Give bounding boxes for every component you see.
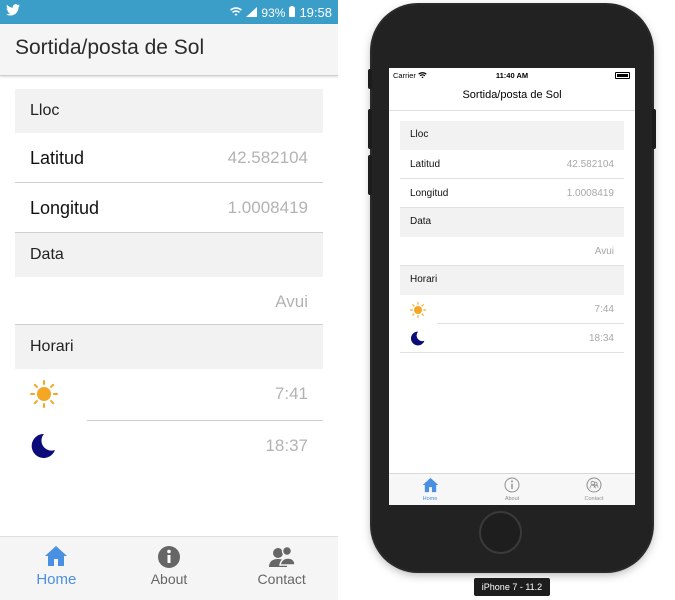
sunrise-row: 7:41 [15,369,323,421]
latitude-value[interactable]: 42.582104 [567,159,614,170]
moon-icon [410,331,425,351]
longitude-row[interactable]: Longitud 1.0008419 [400,179,624,208]
home-icon [0,545,113,571]
android-settings-list: Lloc Latitud 42.582104 Longitud 1.000841… [15,89,323,473]
date-value[interactable]: Avui [275,292,308,312]
status-time: 19:58 [299,5,332,20]
volume-up-button [368,109,372,149]
android-status-bar: 93% 19:58 [0,0,338,24]
section-header-data: Data [15,233,323,277]
tab-about[interactable]: About [113,537,226,600]
info-icon [471,477,553,496]
page-title: Sortida/posta de Sol [462,89,562,101]
twitter-icon [6,4,20,19]
sun-icon [30,380,58,413]
tab-contact-label: Contact [257,571,306,587]
longitude-label: Longitud [410,188,449,199]
tab-home-label: Home [36,571,77,588]
page-title: Sortida/posta de Sol [15,36,205,59]
section-header-data: Data [400,208,624,237]
sunrise-row: 7:44 [400,295,624,324]
info-icon [113,545,226,571]
comparison-screenshot: 93% 19:58 Sortida/posta de Sol Lloc Lati… [0,0,675,600]
sunrise-time: 7:44 [594,304,614,315]
tab-home[interactable]: Home [0,537,113,600]
power-button [652,109,656,149]
section-header-horari: Horari [15,325,323,369]
contact-icon [553,477,635,496]
home-icon [389,477,471,496]
sunset-row: 18:34 [400,324,624,353]
sunset-row: 18:37 [15,421,323,473]
battery-icon [615,72,630,79]
tab-home-label: Home [422,496,438,502]
contact-icon [225,545,338,571]
ios-settings-list: Lloc Latitud 42.582104 Longitud 1.000841… [400,121,624,353]
section-header-lloc: Lloc [15,89,323,133]
iphone-simulator: Carrier 11:40 AM Sortida/posta de Sol Ll… [360,0,675,600]
tab-home[interactable]: Home [389,474,471,505]
signal-icon [246,6,258,20]
moon-icon [30,433,56,464]
ios-status-time: 11:40 AM [495,71,529,80]
volume-down-button [368,155,372,195]
ios-nav-bar: Sortida/posta de Sol [389,83,635,111]
tab-about-label: About [504,496,520,502]
battery-percent: 93% [261,5,286,20]
date-row[interactable]: Avui [15,277,323,325]
latitude-label: Latitud [30,148,85,168]
latitude-label: Latitud [410,159,441,170]
simulator-device-label: iPhone 7 - 11.2 [474,578,550,596]
section-header-horari: Horari [400,266,624,295]
sunset-time: 18:34 [588,333,614,344]
latitude-row[interactable]: Latitud 42.582104 [400,150,624,179]
wifi-icon [230,6,243,20]
tab-contact[interactable]: Contact [225,537,338,600]
ios-tab-bar: Home About Contact [389,473,635,505]
android-app-screen: 93% 19:58 Sortida/posta de Sol Lloc Lati… [0,0,338,600]
tab-contact-label: Contact [584,496,604,502]
ios-status-bar: Carrier 11:40 AM [389,68,635,83]
longitude-value[interactable]: 1.0008419 [228,198,308,218]
android-tab-bar: Home About Contact [0,536,338,600]
longitude-label: Longitud [30,198,100,218]
sun-icon [410,302,426,323]
tab-about-label: About [150,571,188,587]
section-header-lloc: Lloc [400,121,624,150]
iphone-screen: Carrier 11:40 AM Sortida/posta de Sol Ll… [389,68,635,505]
sunrise-time: 7:41 [274,384,308,403]
date-value[interactable]: Avui [595,246,614,257]
tab-contact[interactable]: Contact [553,474,635,505]
latitude-value[interactable]: 42.582104 [228,148,308,168]
battery-icon [289,5,296,20]
tab-about[interactable]: About [471,474,553,505]
mute-switch [368,69,372,89]
android-app-bar: Sortida/posta de Sol [0,24,338,76]
latitude-row[interactable]: Latitud 42.582104 [15,133,323,183]
longitude-row[interactable]: Longitud 1.0008419 [15,183,323,233]
date-row[interactable]: Avui [400,237,624,266]
sunset-time: 18:37 [265,436,308,455]
home-button[interactable] [479,511,522,554]
longitude-value[interactable]: 1.0008419 [567,188,614,199]
